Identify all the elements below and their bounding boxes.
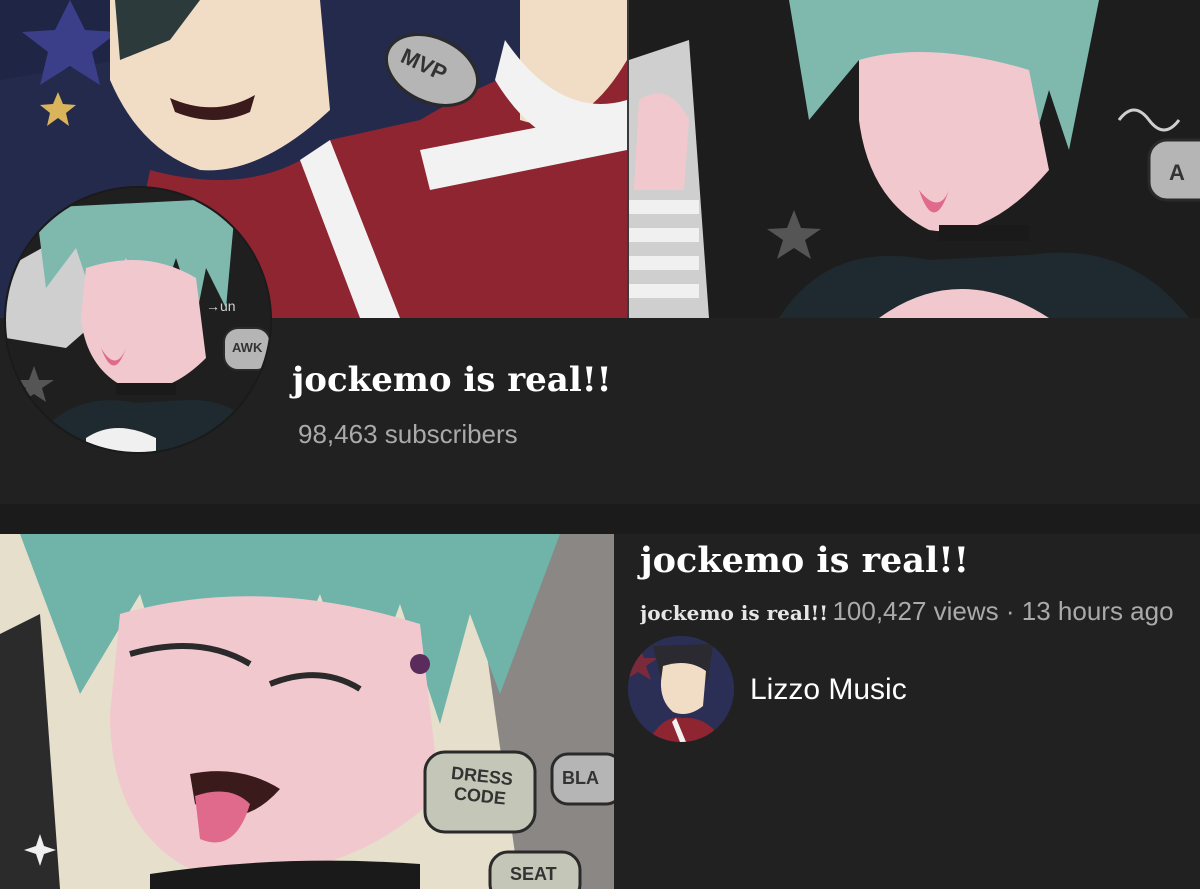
owner-avatar-art	[628, 636, 734, 742]
banner-bubble-text: A	[1169, 160, 1185, 185]
video-meta: jockemo is real!! 100,427 views · 13 hou…	[640, 596, 1200, 627]
video-title[interactable]: jockemo is real!!	[640, 540, 969, 581]
channel-banner-right: A	[629, 0, 1200, 318]
thumb-bubble-text: BLA	[562, 768, 599, 788]
owner-avatar[interactable]	[628, 636, 734, 742]
avatar-art	[6, 188, 270, 452]
avatar-scribble-text: →un	[206, 298, 236, 314]
video-channel-name[interactable]: jockemo is real!!	[640, 601, 828, 625]
channel-avatar[interactable]: AWK →un	[4, 186, 272, 454]
banner-art-emo	[629, 0, 1200, 318]
subscriber-count: 98,463 subscribers	[298, 419, 518, 449]
thumbnail-art	[0, 534, 614, 889]
avatar-bubble-text: AWK	[232, 340, 263, 355]
owner-name[interactable]: Lizzo Music	[750, 673, 907, 707]
seat-bubble-text: SEAT	[510, 864, 557, 884]
video-thumbnail[interactable]: DRESS CODE BLA SEAT	[0, 534, 614, 889]
video-views-age: 100,427 views · 13 hours ago	[832, 596, 1174, 626]
channel-name[interactable]: jockemo is real!!	[292, 360, 612, 400]
section-divider	[0, 504, 1200, 534]
